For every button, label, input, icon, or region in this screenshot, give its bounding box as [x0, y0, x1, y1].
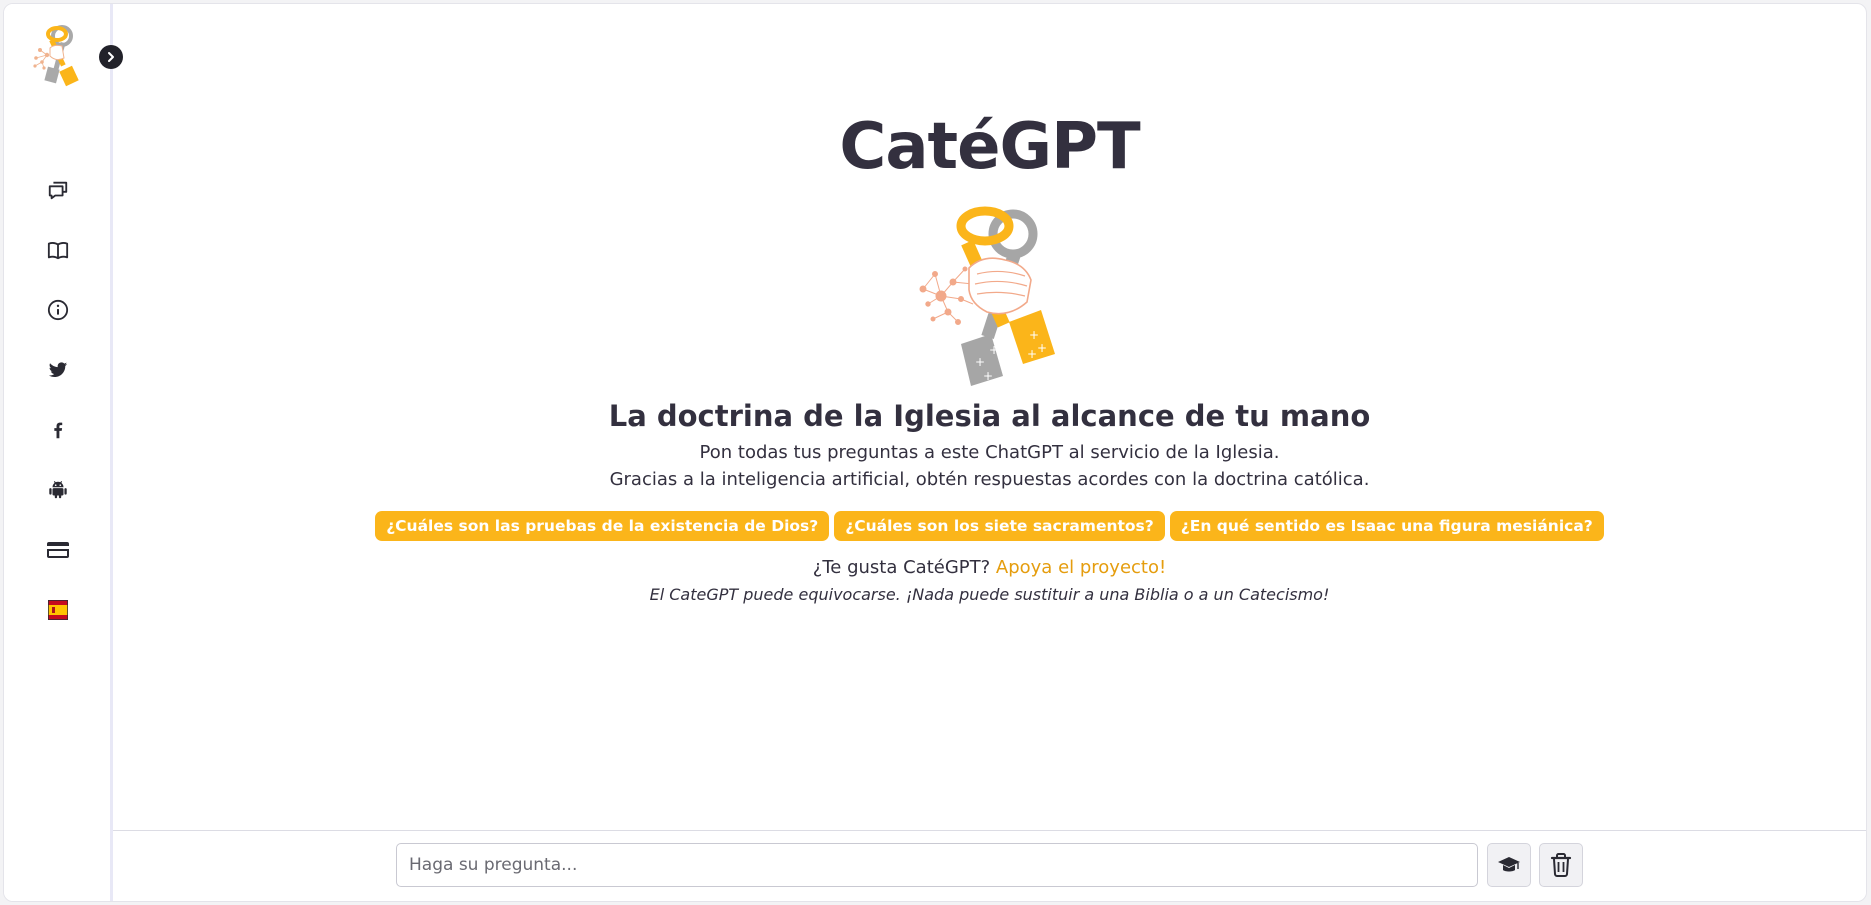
support-project-link[interactable]: Apoya el proyecto! — [996, 557, 1166, 578]
svg-text:+: + — [1029, 328, 1039, 342]
sidebar-item-book[interactable] — [46, 238, 70, 262]
support-text: ¿Te gusta CatéGPT? — [812, 557, 991, 578]
svg-text:+: + — [1037, 341, 1047, 355]
sidebar-item-android[interactable] — [46, 478, 70, 502]
disclaimer-text: El CateGPT puede equivocarse. ¡Nada pued… — [649, 585, 1330, 604]
spain-flag-icon — [48, 600, 68, 620]
suggestion-list: ¿Cuáles son las pruebas de la existencia… — [113, 511, 1866, 541]
book-icon — [47, 242, 69, 260]
suggestion-button-seven-sacraments[interactable]: ¿Cuáles son los siete sacramentos? — [834, 511, 1165, 541]
description-line-1: Pon todas tus preguntas a este ChatGPT a… — [699, 442, 1280, 463]
catechism-mode-button[interactable] — [1487, 843, 1531, 887]
page-title: CatéGPT — [839, 110, 1140, 184]
facebook-icon — [54, 422, 63, 439]
app-window: CatéGPT + + + + + + La doctrina de la Ig… — [3, 3, 1867, 902]
sidebar-item-chat[interactable] — [46, 178, 70, 202]
android-icon — [49, 480, 67, 499]
question-bar — [113, 830, 1866, 901]
graduation-cap-icon — [1498, 857, 1520, 872]
sidebar-item-language[interactable] — [46, 598, 70, 622]
suggestion-button-isaac-messianic[interactable]: ¿En qué sentido es Isaac una figura mesi… — [1169, 511, 1604, 541]
main-content: CatéGPT + + + + + + La doctrina de la Ig… — [113, 4, 1866, 901]
sidebar-item-info[interactable] — [46, 298, 70, 322]
clear-conversation-button[interactable] — [1539, 843, 1583, 887]
description-line-2: Gracias a la inteligencia artificial, ob… — [609, 469, 1370, 490]
question-input[interactable] — [396, 843, 1478, 887]
svg-text:+: + — [1027, 347, 1037, 361]
svg-text:+: + — [975, 355, 985, 369]
sidebar — [4, 4, 123, 901]
chat-icon — [48, 181, 68, 200]
support-line: ¿Te gusta CatéGPT? Apoya el proyecto! — [113, 557, 1866, 578]
app-logo[interactable] — [32, 22, 86, 94]
page-subtitle: La doctrina de la Iglesia al alcance de … — [608, 399, 1371, 433]
suggestion-button-existence-of-god[interactable]: ¿Cuáles son las pruebas de la existencia… — [375, 511, 830, 541]
chevron-right-icon — [108, 52, 114, 62]
svg-text:+: + — [983, 369, 993, 383]
trash-icon — [1550, 853, 1572, 877]
credit-card-icon — [47, 542, 69, 558]
svg-text:+: + — [989, 343, 999, 357]
sidebar-item-support[interactable] — [46, 538, 70, 562]
info-icon — [47, 299, 69, 321]
sidebar-item-facebook[interactable] — [46, 418, 70, 442]
hero-keys-image: + + + + + + — [913, 204, 1073, 394]
sidebar-toggle-button[interactable] — [99, 45, 123, 69]
sidebar-item-twitter[interactable] — [46, 358, 70, 382]
twitter-icon — [48, 362, 68, 378]
